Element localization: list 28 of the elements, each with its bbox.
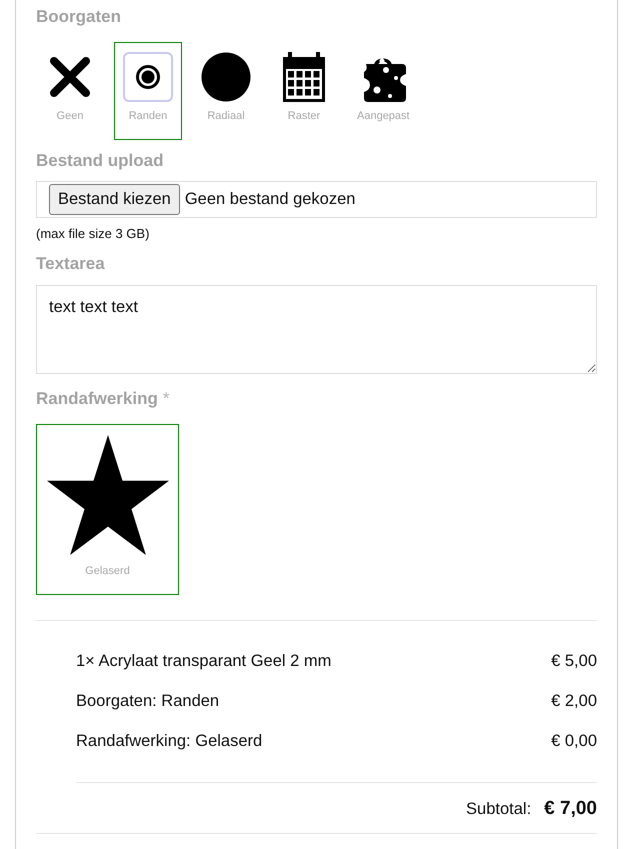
section-label: Randafwerking: [36, 389, 158, 409]
choose-file-button[interactable]: Bestand kiezen: [49, 184, 180, 215]
line-item-description: 1× Acrylaat transparant Geel 2 mm: [76, 652, 332, 670]
hint-text: (max file size 3 GB): [36, 226, 150, 242]
option-button[interactable]: Radiaal: [192, 42, 260, 140]
circle-icon: [201, 52, 251, 102]
subtotal-label: Subtotal:: [466, 799, 532, 819]
line-item-price: € 0,00: [551, 732, 597, 750]
calendar-icon: [283, 52, 325, 102]
section-label: Textarea: [36, 254, 106, 274]
textarea-field[interactable]: text text text: [36, 285, 597, 374]
subtotal-value: € 7,00: [544, 799, 597, 819]
line-item-price: € 2,00: [551, 692, 597, 710]
line-item-description: Boorgaten: Randen: [76, 692, 220, 710]
required-marker: *: [162, 389, 170, 409]
star-icon: [46, 435, 168, 555]
line-item-price: € 5,00: [551, 652, 597, 670]
option-button[interactable]: Raster: [270, 42, 338, 140]
option-button[interactable]: Aangepast: [348, 42, 419, 140]
option-button[interactable]: Geen: [36, 42, 104, 140]
option-card[interactable]: Gelaserd: [36, 424, 179, 595]
target-icon: [123, 52, 173, 102]
line-item-description: Randafwerking: Gelaserd: [76, 732, 262, 750]
file-input-field[interactable]: Bestand kiezen Geen bestand gekozen: [36, 181, 597, 218]
section-label: Bestand upload: [36, 151, 165, 171]
section-label: Boorgaten: [36, 7, 122, 27]
option-button[interactable]: Randen: [114, 42, 182, 140]
file-status-text: Geen bestand gekozen: [184, 190, 356, 209]
